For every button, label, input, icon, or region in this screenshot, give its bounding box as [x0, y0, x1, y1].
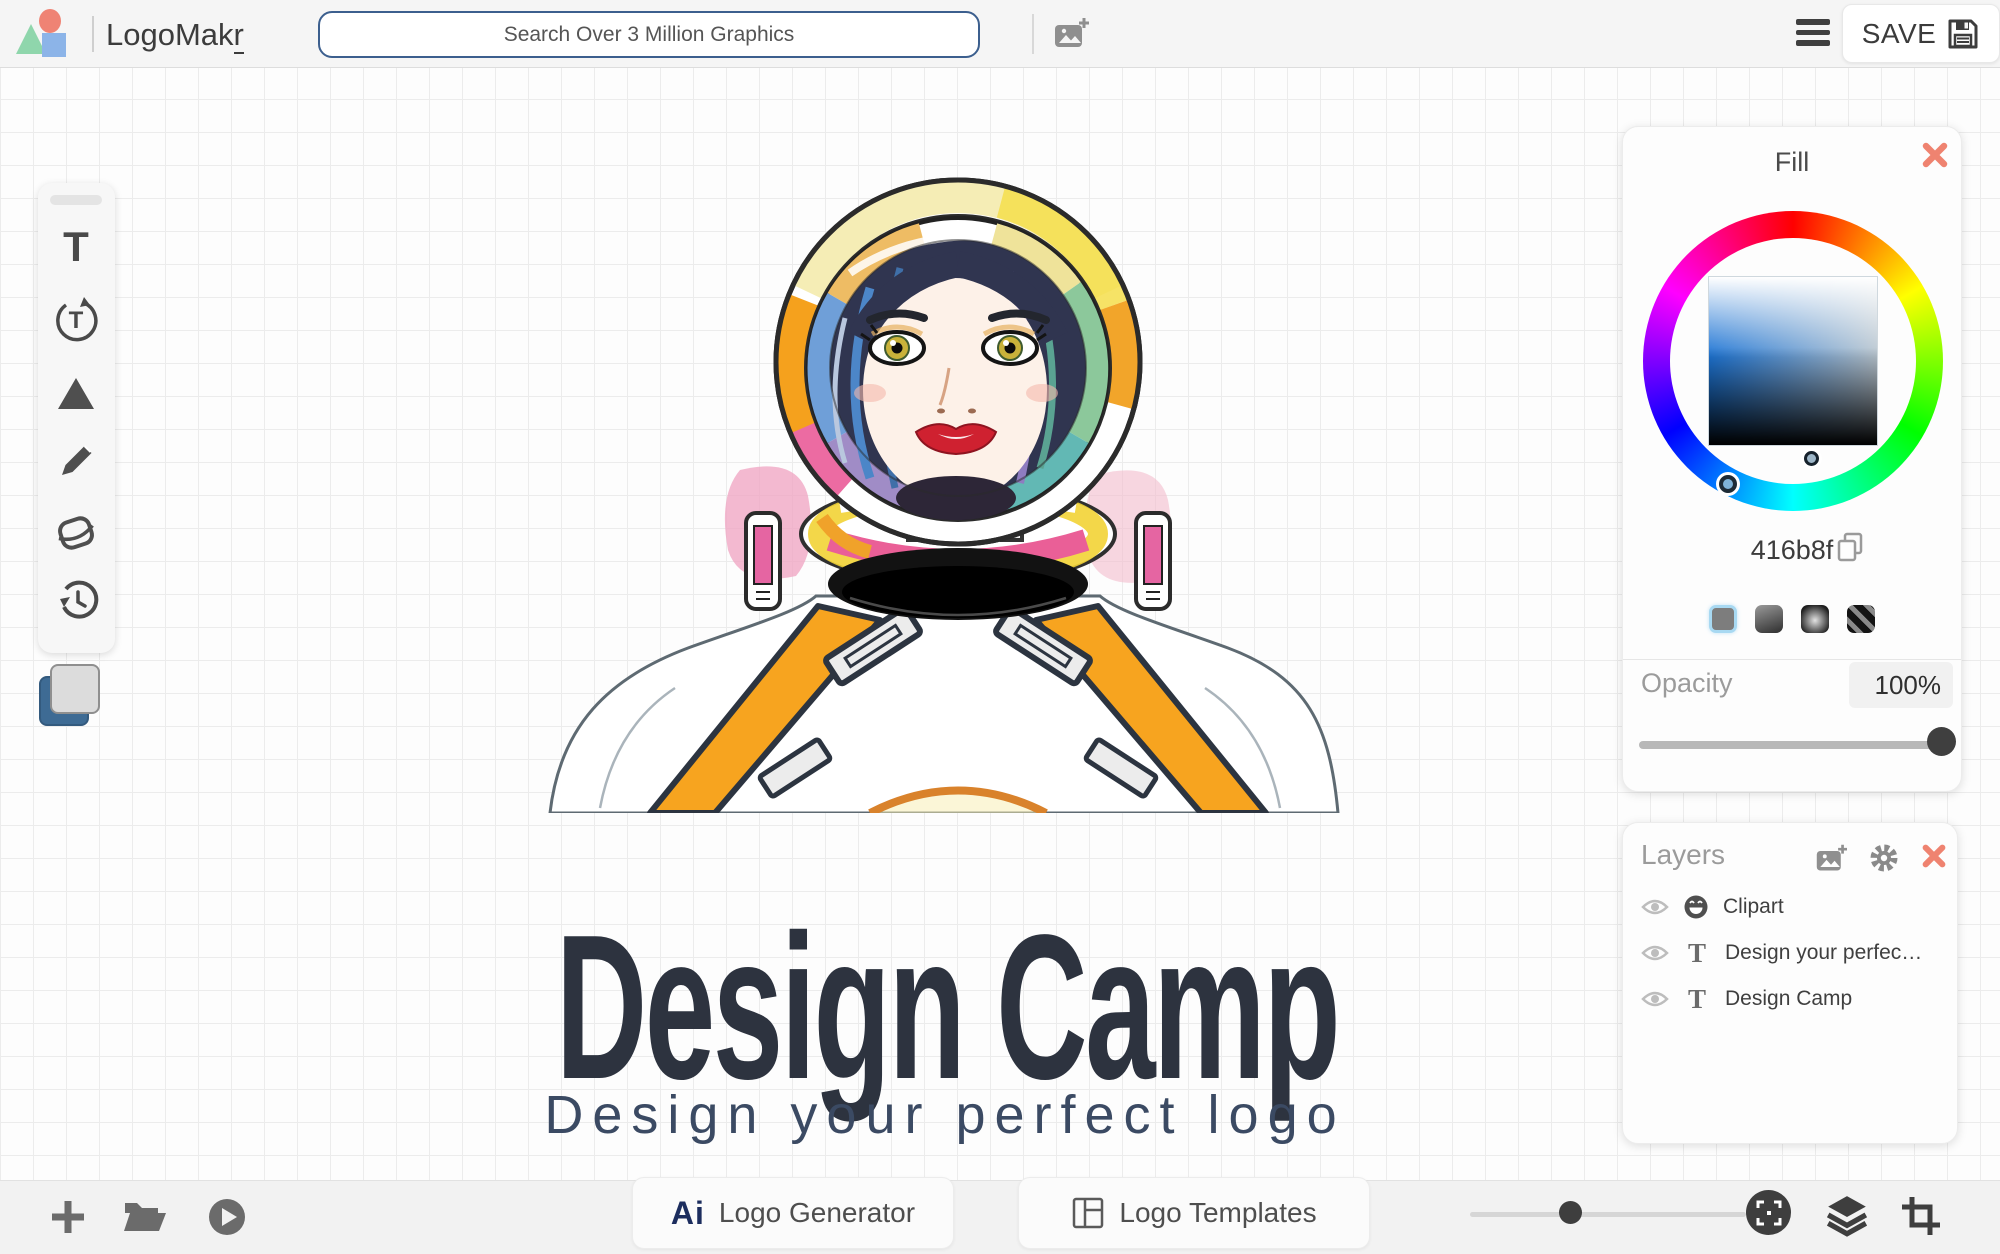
fit-to-screen-button[interactable] [1746, 1190, 1791, 1235]
text-layer-icon: T [1687, 983, 1706, 1014]
templates-grid-icon [1073, 1197, 1104, 1229]
save-floppy-icon [1948, 19, 1978, 48]
opacity-slider-track[interactable] [1639, 741, 1951, 749]
fill-type-pattern-swatch[interactable] [1847, 605, 1875, 633]
fit-to-screen-icon [1756, 1200, 1781, 1225]
color-indicator[interactable] [36, 660, 106, 732]
opacity-label: Opacity [1641, 668, 1733, 698]
palette-drag-handle[interactable] [50, 195, 102, 205]
brand-divider [92, 16, 94, 52]
visibility-eye-icon[interactable] [1641, 897, 1669, 917]
top-bar: LogoMakr SAVE [0, 0, 2000, 68]
svg-text:T: T [63, 225, 89, 270]
curved-text-tool-button[interactable]: T [54, 297, 99, 342]
color-wheel[interactable] [1643, 211, 1943, 511]
add-new-icon[interactable] [48, 1197, 88, 1237]
saturation-value-handle[interactable] [1804, 451, 1819, 466]
copy-hex-icon[interactable] [1835, 531, 1865, 565]
clipart-layer-emoji-icon [1684, 895, 1708, 919]
draw-tool-button[interactable] [54, 437, 99, 482]
add-image-icon[interactable] [1052, 16, 1090, 52]
visibility-eye-icon[interactable] [1641, 943, 1669, 963]
shapes-tool-button[interactable] [54, 371, 99, 416]
layer-row-clipart[interactable]: Clipart [1633, 887, 1949, 927]
layers-settings-gear-icon[interactable] [1867, 841, 1901, 875]
opacity-slider-thumb[interactable] [1927, 727, 1956, 756]
history-icon [60, 580, 99, 619]
layers-stack-icon[interactable] [1824, 1193, 1870, 1239]
fill-panel: Fill 416b8f Opacity 100% [1622, 126, 1962, 792]
play-tutorial-icon[interactable] [206, 1196, 248, 1238]
tool-palette: T T [38, 183, 115, 653]
hex-value[interactable]: 416b8f [1623, 535, 1961, 566]
save-button[interactable]: SAVE [1842, 4, 2000, 63]
layers-panel-title: Layers [1641, 839, 1726, 870]
layers-add-image-icon[interactable] [1813, 843, 1849, 875]
fill-type-linear-gradient-swatch[interactable] [1755, 605, 1783, 633]
open-folder-icon[interactable] [122, 1199, 168, 1235]
curved-text-tool-icon: T [56, 297, 98, 342]
svg-text:T: T [69, 307, 84, 334]
logo-templates-button[interactable]: Logo Templates [1018, 1177, 1370, 1249]
canvas-subtitle-text[interactable]: Design your perfect logo [240, 1084, 1650, 1146]
logo-generator-button[interactable]: Ai Logo Generator [632, 1177, 954, 1249]
zoom-slider-track[interactable] [1470, 1212, 1746, 1217]
hue-handle[interactable] [1719, 475, 1737, 493]
logomakr-logo-icon[interactable] [14, 8, 76, 60]
bottom-bar: Ai Logo Generator Logo Templates [0, 1177, 2000, 1254]
search-divider [1032, 14, 1034, 54]
layer-row-title-text[interactable]: T Design Camp [1633, 979, 1949, 1019]
fill-type-solid-swatch[interactable] [1709, 605, 1737, 633]
save-label: SAVE [1861, 17, 1937, 49]
layer-name: Design Camp [1725, 987, 1853, 1010]
fill-tool-icon [58, 516, 94, 550]
layer-row-subtitle-text[interactable]: T Design your perfec… [1633, 933, 1949, 973]
pencil-icon [62, 445, 92, 475]
zoom-slider-thumb[interactable] [1559, 1201, 1582, 1224]
saturation-value-square[interactable] [1708, 276, 1878, 446]
fill-eraser-tool-button[interactable] [54, 509, 99, 554]
opacity-row: Opacity 100% [1623, 659, 1961, 711]
brand-name[interactable]: LogoMakr [106, 17, 244, 54]
logo-templates-label: Logo Templates [1119, 1197, 1317, 1228]
text-tool-button[interactable]: T [54, 225, 99, 270]
text-tool-icon: T [63, 225, 89, 270]
canvas-title-text[interactable]: Design Camp [549, 904, 1345, 1110]
ai-icon: Ai [670, 1194, 705, 1231]
crop-icon[interactable] [1900, 1195, 1942, 1237]
opacity-value[interactable]: 100% [1849, 662, 1953, 708]
layers-panel-close-icon[interactable] [1921, 843, 1947, 869]
logomakr-app: Design Camp Design your perfect logo Log… [0, 0, 2000, 1254]
text-layer-icon: T [1687, 937, 1706, 968]
search-input[interactable] [318, 11, 980, 58]
fill-color-swatch[interactable] [50, 664, 100, 714]
fill-panel-title: Fill [1774, 147, 1810, 177]
logo-generator-label: Logo Generator [718, 1197, 916, 1228]
triangle-shape-icon [58, 378, 94, 409]
layer-name: Clipart [1723, 895, 1784, 918]
clipart-astronaut[interactable] [540, 168, 1340, 813]
layers-panel: Layers Clipart T Design your perfec… T D… [1622, 822, 1958, 1144]
history-tool-button[interactable] [54, 579, 99, 624]
layer-name: Design your perfec… [1725, 941, 1923, 964]
visibility-eye-icon[interactable] [1641, 989, 1669, 1009]
fill-type-radial-gradient-swatch[interactable] [1801, 605, 1829, 633]
menu-hamburger-icon[interactable] [1796, 19, 1832, 49]
